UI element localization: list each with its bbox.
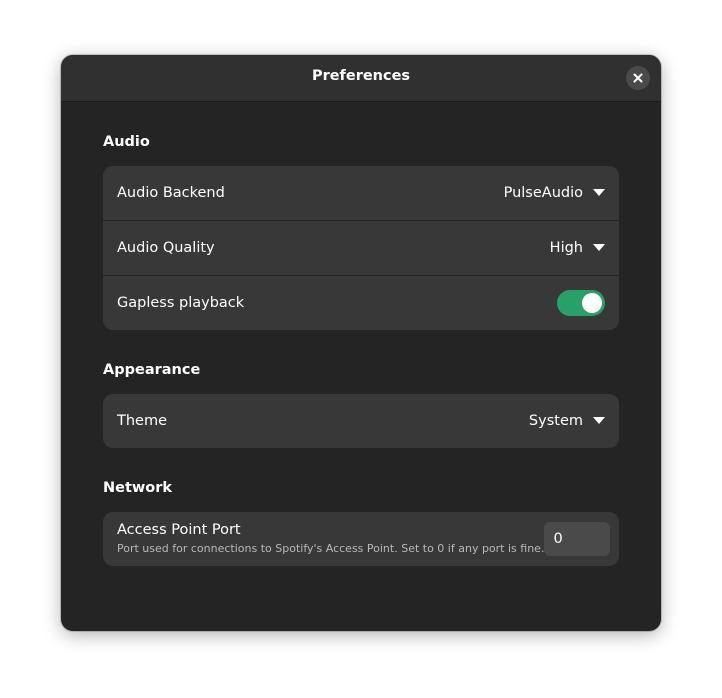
switch-knob: [582, 293, 602, 313]
audio-quality-label: Audio Quality: [117, 240, 215, 256]
pan-down-icon: [593, 417, 605, 424]
theme-value: System: [528, 413, 583, 429]
gapless-playback-row: Gapless playback: [103, 276, 619, 330]
access-point-port-label: Access Point Port: [117, 522, 241, 538]
appearance-group: Theme System: [103, 394, 619, 448]
audio-backend-row[interactable]: Audio Backend PulseAudio: [103, 166, 619, 221]
window-title: Preferences: [311, 68, 411, 84]
audio-quality-value: High: [549, 240, 583, 256]
access-point-port-subtitle: Port used for connections to Spotify's A…: [117, 542, 545, 555]
close-icon: [633, 73, 643, 83]
audio-backend-dropdown[interactable]: PulseAudio: [504, 185, 605, 201]
preferences-window: Preferences Audio Audio Backend PulseAud…: [61, 55, 661, 631]
audio-quality-dropdown[interactable]: High: [550, 240, 605, 256]
theme-dropdown[interactable]: System: [529, 413, 605, 429]
audio-quality-row[interactable]: Audio Quality High: [103, 221, 619, 276]
network-group: Access Point Port Port used for connecti…: [103, 512, 619, 566]
theme-label: Theme: [117, 413, 168, 429]
gapless-playback-switch[interactable]: [557, 290, 605, 316]
pan-down-icon: [593, 244, 605, 251]
header-bar: Preferences: [61, 55, 661, 102]
audio-group: Audio Backend PulseAudio Audio Quality H…: [103, 166, 619, 330]
access-point-port-text: Access Point Port Port used for connecti…: [117, 521, 544, 557]
audio-backend-label: Audio Backend: [117, 185, 225, 201]
theme-row[interactable]: Theme System: [103, 394, 619, 448]
gapless-playback-label: Gapless playback: [117, 295, 245, 311]
pan-down-icon: [593, 189, 605, 196]
section-title-audio: Audio: [103, 134, 150, 150]
audio-backend-value: PulseAudio: [503, 185, 583, 201]
close-button[interactable]: [626, 66, 650, 90]
section-title-network: Network: [103, 480, 173, 496]
access-point-port-row: Access Point Port Port used for connecti…: [103, 512, 619, 566]
section-title-appearance: Appearance: [103, 362, 201, 378]
access-point-port-input[interactable]: [544, 522, 611, 556]
